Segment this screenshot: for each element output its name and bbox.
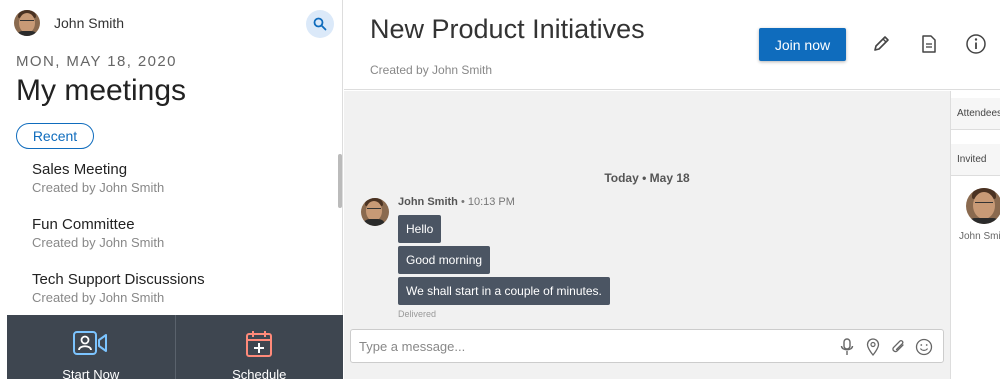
avatar [14,10,40,36]
sidebar: John Smith MON, MAY 18, 2020 My meetings… [0,0,343,379]
attach-button[interactable] [889,337,909,357]
list-item[interactable]: Sales Meeting Created by John Smith [0,154,337,209]
delivery-status: Delivered [398,309,437,319]
start-now-label: Start Now [62,367,120,379]
search-icon [313,17,327,31]
schedule-button[interactable]: Schedule [174,315,344,379]
message-bubble: We shall start in a couple of minutes. [398,277,610,305]
edit-button[interactable] [869,32,893,56]
invitee-avatar[interactable] [966,188,1000,224]
pencil-icon [874,36,889,51]
chat-panel: Today • May 18 John Smith • 10:13 PM Hel… [344,91,950,379]
bottom-action-bar: Start Now Schedule [7,315,343,379]
meeting-name: Sales Meeting [32,161,128,178]
join-now-button[interactable]: Join now [759,28,846,61]
message-bubble: Hello [398,215,442,243]
message-composer [350,329,944,363]
message-meta: John Smith • 10:13 PM [398,196,515,208]
sender-avatar [361,198,389,226]
message-time: • 10:13 PM [457,196,515,208]
document-icon [922,35,936,53]
user-name: John Smith [54,15,125,31]
meeting-creator: Created by John Smith [32,235,165,250]
scrollbar[interactable] [338,154,342,208]
participants-panel: Attendees Invited John Smith [950,91,1000,379]
notes-button[interactable] [917,32,941,56]
microphone-icon [840,338,854,355]
sender-name: John Smith [398,196,458,208]
meeting-creator: Created by John Smith [32,180,165,195]
meeting-subtitle: Created by John Smith [370,63,493,77]
calendar-add-icon [246,331,273,357]
info-icon [966,34,986,54]
message-bubble: Good morning [398,246,491,274]
emoji-button[interactable] [914,337,934,357]
start-now-button[interactable]: Start Now [7,315,175,379]
tab-invited[interactable]: Invited [951,144,1000,176]
user-profile[interactable]: John Smith [14,10,124,36]
microphone-button[interactable] [837,337,857,357]
schedule-label: Schedule [232,367,287,379]
day-separator: Today • May 18 [604,171,690,185]
meeting-creator: Created by John Smith [32,290,165,305]
meeting-header: New Product Initiatives Created by John … [344,0,1000,90]
tab-attendees[interactable]: Attendees [951,98,1000,130]
invitee-name: John Smith [959,231,1000,242]
info-button[interactable] [964,32,988,56]
recent-filter-button[interactable]: Recent [16,123,94,149]
message-input[interactable] [359,335,819,357]
meeting-title: New Product Initiatives [370,14,645,44]
attachment-icon [892,340,904,353]
meeting-detail: New Product Initiatives Created by John … [344,0,1000,379]
current-date: MON, MAY 18, 2020 [16,53,177,70]
meeting-name: Fun Committee [32,216,135,233]
location-icon [866,338,880,356]
avatar [361,198,389,226]
list-item[interactable]: Tech Support Discussions Created by John… [0,264,337,314]
avatar [966,188,1000,224]
emoji-icon [915,338,933,356]
video-call-icon [72,331,107,355]
location-button[interactable] [863,337,883,357]
search-button[interactable] [306,10,334,38]
list-item[interactable]: Fun Committee Created by John Smith [0,209,337,264]
meeting-name: Tech Support Discussions [32,271,205,288]
page-title: My meetings [16,74,187,107]
meeting-list: Sales Meeting Created by John Smith Fun … [0,154,337,314]
